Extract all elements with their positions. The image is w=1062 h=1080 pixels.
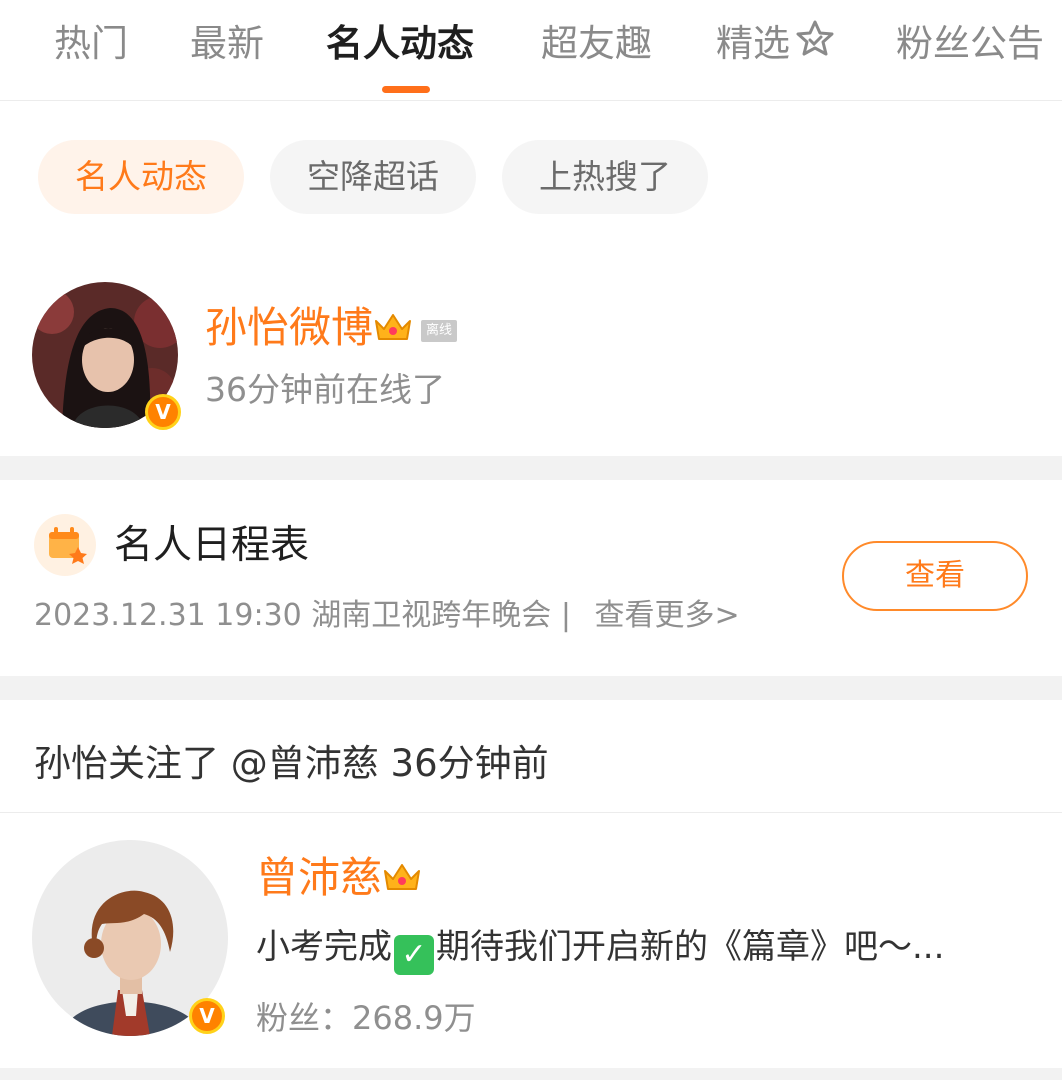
section-divider xyxy=(0,1068,1062,1080)
celebrity-name-row: 孙怡微博 离线 xyxy=(205,300,458,359)
follow-event-text: 孙怡关注了 @曾沛慈 36分钟前 xyxy=(34,742,549,785)
star-badge-icon xyxy=(794,18,836,74)
check-mark-icon: ✓ xyxy=(394,935,434,975)
fans-label: 粉丝： xyxy=(256,999,353,1037)
schedule-subline: 2023.12.31 19:30 湖南卫视跨年晚会 | 查看更多> xyxy=(34,594,740,638)
subtab-airdrop-topics[interactable]: 空降超话 xyxy=(270,140,476,214)
active-tab-indicator xyxy=(382,86,430,93)
crown-icon xyxy=(373,303,413,359)
schedule-title: 名人日程表 xyxy=(114,523,310,568)
tab-featured[interactable]: 精选 xyxy=(716,18,836,74)
tab-fan-notices[interactable]: 粉丝公告 xyxy=(896,18,1044,70)
bio-text-end: 期待我们开启新的《篇章》吧～... xyxy=(436,927,945,967)
schedule-separator: | xyxy=(560,598,571,633)
tab-featured-label: 精选 xyxy=(716,22,790,65)
verified-badge-icon: V xyxy=(145,394,181,430)
crown-icon xyxy=(382,853,422,909)
schedule-event: 2023.12.31 19:30 湖南卫视跨年晚会 xyxy=(34,598,552,633)
subtab-celebrity-updates[interactable]: 名人动态 xyxy=(38,140,244,214)
offline-tag: 离线 xyxy=(421,319,458,342)
followed-user-name-row: 曾沛慈 xyxy=(256,850,422,909)
followed-user-name[interactable]: 曾沛慈 xyxy=(256,853,382,902)
tab-latest[interactable]: 最新 xyxy=(190,18,264,70)
schedule-more-link[interactable]: 查看更多> xyxy=(595,598,740,633)
fans-count: 268.9万 xyxy=(352,999,476,1037)
tab-hot[interactable]: 热门 xyxy=(54,18,128,70)
subtab-trending[interactable]: 上热搜了 xyxy=(502,140,708,214)
celebrity-name[interactable]: 孙怡微博 xyxy=(205,303,373,352)
online-status: 36分钟前在线了 xyxy=(205,370,445,409)
tab-super-fun[interactable]: 超友趣 xyxy=(541,18,652,70)
view-schedule-button[interactable]: 查看 xyxy=(842,541,1028,611)
verified-badge-icon: V xyxy=(189,998,225,1034)
section-divider xyxy=(0,676,1062,700)
section-divider xyxy=(0,456,1062,480)
top-tab-bar: 热门 最新 名人动态 超友趣 精选 粉丝公告 xyxy=(0,0,1062,101)
tab-celebrity-updates[interactable]: 名人动态 xyxy=(326,18,474,70)
bio-text-start: 小考完成 xyxy=(256,927,392,967)
row-divider xyxy=(0,812,1062,813)
followed-user-bio: 小考完成 ✓ 期待我们开启新的《篇章》吧～... xyxy=(256,922,944,975)
calendar-icon xyxy=(34,514,96,576)
followed-user-fans: 粉丝：268.9万 xyxy=(256,994,476,1042)
